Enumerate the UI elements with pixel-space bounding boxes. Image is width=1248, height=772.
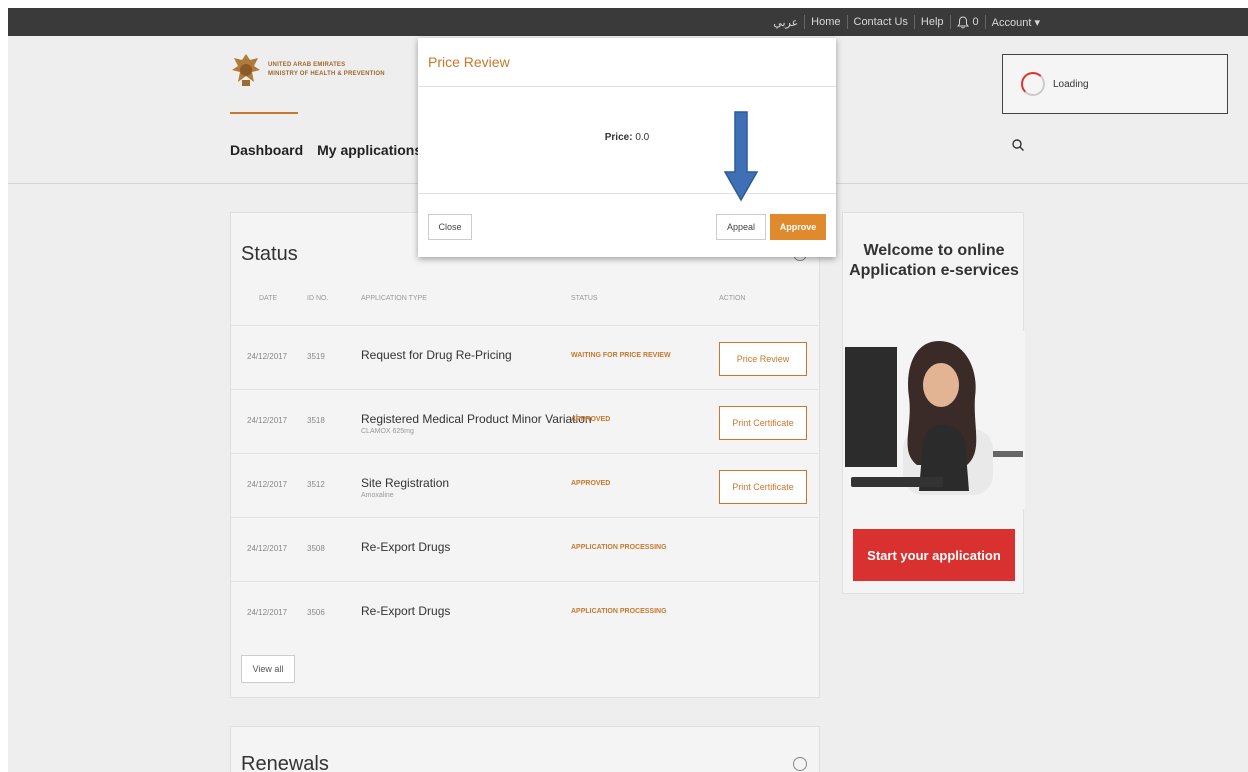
- modal-divider: [418, 86, 836, 87]
- row-status: APPLICATION PROCESSING: [571, 544, 667, 551]
- search-icon[interactable]: [1011, 138, 1025, 152]
- row-type: Registered Medical Product Minor Variati…: [361, 412, 592, 426]
- row-sub: CLAMOX 625mg: [361, 428, 414, 435]
- view-all-button[interactable]: View all: [241, 655, 295, 683]
- help-link[interactable]: Help: [921, 16, 944, 28]
- woman-at-computer-image: [843, 331, 1025, 509]
- row-type: Site Registration: [361, 476, 450, 490]
- renewals-card: Renewals: [230, 726, 820, 772]
- row-date: 24/12/2017: [247, 608, 288, 617]
- row-type: Re-Export Drugs: [361, 540, 451, 554]
- col-type: APPLICATION TYPE: [361, 295, 427, 302]
- close-button[interactable]: Close: [428, 214, 472, 240]
- row-id: 3506: [307, 608, 325, 617]
- row-id: 3512: [307, 480, 325, 489]
- table-row: 24/12/2017 3508 Re-Export Drugs APPLICAT…: [231, 517, 819, 579]
- price-value: 0.0: [632, 132, 650, 143]
- uae-emblem-icon: [232, 54, 260, 86]
- renewals-title: Renewals: [241, 753, 329, 772]
- main-nav: Dashboard My applications: [230, 142, 422, 158]
- logo-text: UNITED ARAB EMIRATES MINISTRY OF HEALTH …: [268, 61, 385, 79]
- contact-link[interactable]: Contact Us: [854, 16, 908, 28]
- row-type: Re-Export Drugs: [361, 604, 451, 618]
- divider: [949, 15, 951, 29]
- row-status: APPROVED: [571, 416, 611, 423]
- bell-icon: [956, 15, 969, 28]
- arrow-down-icon: [723, 111, 759, 202]
- row-status: APPROVED: [571, 480, 611, 487]
- price-review-modal: Price Review Price: 0.0 Close Appeal App…: [418, 38, 836, 257]
- appeal-button[interactable]: Appeal: [716, 214, 766, 240]
- nav-dashboard[interactable]: Dashboard: [230, 142, 303, 158]
- divider: [846, 15, 848, 29]
- modal-title: Price Review: [428, 54, 510, 70]
- logo-line-1: UNITED ARAB EMIRATES: [268, 62, 346, 68]
- status-title: Status: [241, 243, 298, 265]
- row-id: 3519: [307, 352, 325, 361]
- welcome-title: Welcome to online Application e-services: [849, 242, 1019, 279]
- status-card: Status DATE ID NO. APPLICATION TYPE STAT…: [230, 212, 820, 698]
- top-bar: عربي Home Contact Us Help 0 Account ▾: [8, 8, 1248, 36]
- col-action: ACTION: [719, 295, 746, 302]
- row-date: 24/12/2017: [247, 352, 288, 361]
- row-date: 24/12/2017: [247, 480, 288, 489]
- spinner-icon: [1021, 72, 1045, 96]
- row-date: 24/12/2017: [247, 416, 288, 425]
- divider: [804, 15, 806, 29]
- price-text: Price: 0.0: [418, 132, 836, 143]
- table-row: 24/12/2017 3512 Site Registration Amoxal…: [231, 453, 819, 515]
- row-date: 24/12/2017: [247, 544, 288, 553]
- print-certificate-button[interactable]: Print Certificate: [719, 470, 807, 504]
- row-sub: Amoxaline: [361, 492, 394, 499]
- table-row: 24/12/2017 3519 Request for Drug Re-Pric…: [231, 325, 819, 387]
- account-menu[interactable]: Account ▾: [992, 16, 1040, 29]
- notification-count: 0: [972, 16, 979, 28]
- logo-line-2: MINISTRY OF HEALTH & PREVENTION: [268, 71, 385, 77]
- col-date: DATE: [259, 295, 278, 302]
- row-id: 3508: [307, 544, 325, 553]
- print-certificate-button[interactable]: Print Certificate: [719, 406, 807, 440]
- price-label: Price:: [604, 132, 633, 143]
- table-row: 24/12/2017 3518 Registered Medical Produ…: [231, 389, 819, 451]
- divider: [984, 15, 986, 29]
- loading-indicator: Loading: [1002, 54, 1228, 114]
- home-link[interactable]: Home: [811, 16, 840, 28]
- price-review-button[interactable]: Price Review: [719, 342, 807, 376]
- notifications-button[interactable]: 0: [956, 15, 979, 29]
- row-status: APPLICATION PROCESSING: [571, 608, 667, 615]
- row-status: WAITING FOR PRICE REVIEW: [571, 352, 671, 359]
- row-type: Request for Drug Re-Pricing: [361, 348, 512, 362]
- col-id: ID NO.: [307, 295, 329, 302]
- nav-my-applications[interactable]: My applications: [317, 142, 422, 158]
- col-status: STATUS: [571, 295, 598, 302]
- ministry-logo[interactable]: UNITED ARAB EMIRATES MINISTRY OF HEALTH …: [230, 52, 385, 88]
- welcome-card: Welcome to online Application e-services…: [842, 212, 1025, 594]
- logo-underline: [230, 112, 298, 114]
- start-application-button[interactable]: Start your application: [853, 529, 1015, 581]
- table-row: 24/12/2017 3506 Re-Export Drugs APPLICAT…: [231, 581, 819, 643]
- row-id: 3518: [307, 416, 325, 425]
- language-link[interactable]: عربي: [773, 16, 798, 29]
- modal-divider: [418, 193, 836, 194]
- refresh-icon[interactable]: [793, 757, 807, 771]
- loading-label: Loading: [1053, 78, 1089, 90]
- approve-button[interactable]: Approve: [770, 214, 826, 240]
- top-links: عربي Home Contact Us Help 0 Account ▾: [773, 8, 1040, 36]
- divider: [913, 15, 915, 29]
